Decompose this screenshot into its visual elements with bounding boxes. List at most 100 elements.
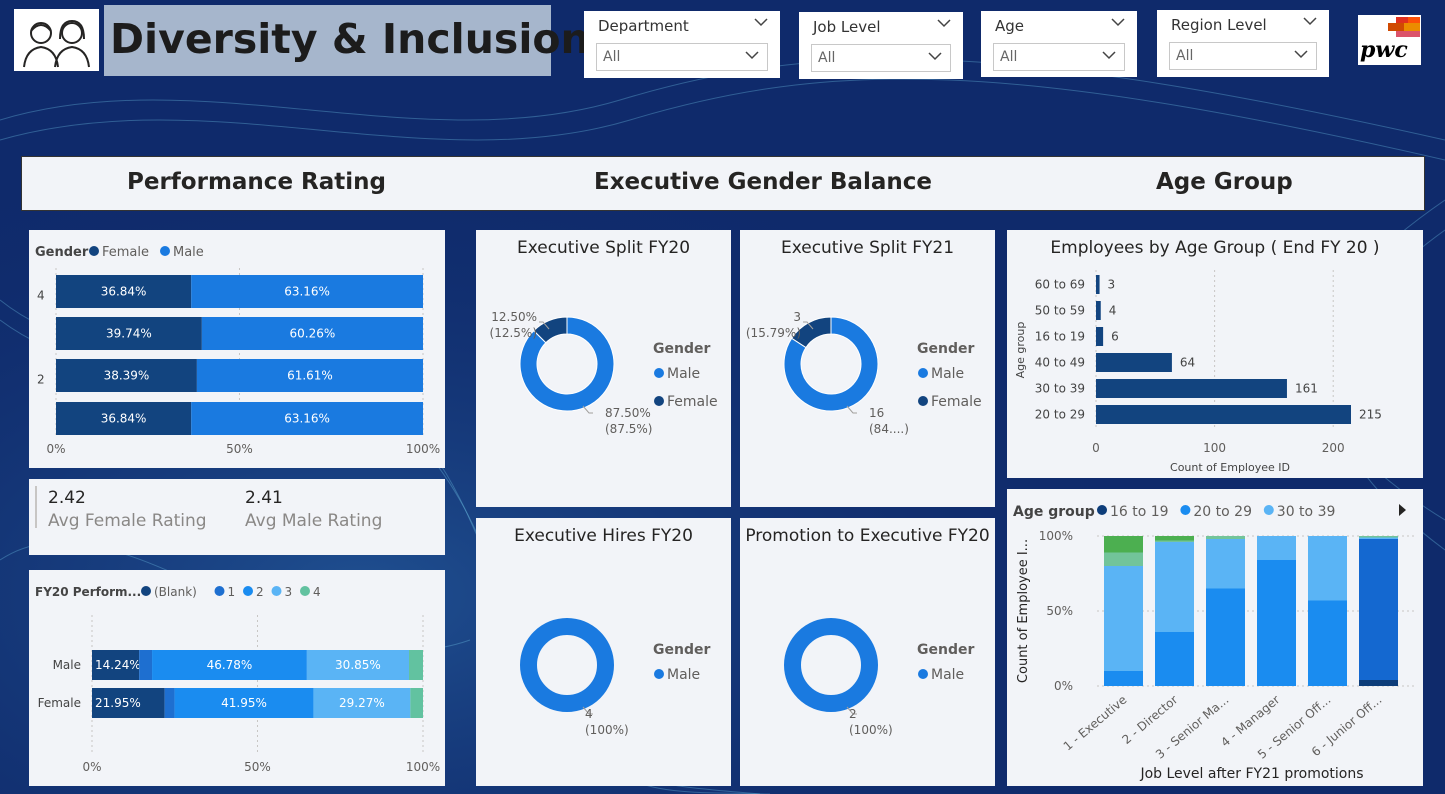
chevron-down-icon[interactable]: [754, 17, 768, 27]
legend-label: 4: [313, 585, 321, 599]
job-level-slicer[interactable]: Job Level All: [799, 12, 963, 79]
data-label: 16: [869, 406, 884, 420]
legend-title: FY20 Perform...: [35, 585, 141, 599]
legend-marker: [141, 586, 151, 596]
x-tick-label: 0%: [82, 760, 101, 774]
data-label: 12.50%: [491, 310, 537, 324]
legend-marker: [89, 246, 99, 256]
data-label: 41.95%: [221, 696, 267, 710]
legend-label: Male: [667, 366, 700, 382]
y-axis-title: Count of Employee I...: [1016, 539, 1031, 683]
age-dropdown[interactable]: All: [993, 43, 1125, 71]
leader-line: [846, 405, 857, 414]
bar-segment: [1104, 671, 1143, 686]
legend-label: Male: [173, 245, 204, 260]
data-label-percent: (84....): [869, 422, 909, 436]
bar-segment: [410, 688, 423, 718]
data-label: 36.84%: [101, 285, 147, 299]
y-tick-label: 0%: [1054, 679, 1073, 693]
x-tick-label: 0: [1092, 441, 1100, 455]
legend-marker: [654, 669, 664, 679]
data-label: 14.24%: [95, 658, 141, 672]
header-icon-box: [14, 9, 99, 71]
chevron-down-icon[interactable]: [1303, 16, 1317, 26]
legend-label: 1: [228, 585, 236, 599]
bar-segment: [1155, 540, 1194, 542]
donut-slice: [784, 618, 878, 712]
x-tick-label: 1 - Executive: [1061, 693, 1130, 754]
legend-label: 20 to 29: [1193, 504, 1252, 520]
bar-segment: [1206, 539, 1245, 589]
chevron-down-icon[interactable]: [745, 50, 759, 60]
legend-label: Male: [931, 366, 964, 382]
fy20-performance-tile: FY20 Perform... (Blank) 1 2 3 4 0% 50% 100% Male 1…: [29, 570, 445, 786]
data-label: 4: [585, 707, 593, 721]
chevron-down-icon[interactable]: [928, 51, 942, 61]
bar-segment: [1359, 539, 1398, 680]
data-label: 30.85%: [335, 658, 381, 672]
bar-segment: [164, 688, 175, 718]
department-dropdown[interactable]: All: [596, 43, 768, 71]
donut-slice: [520, 618, 614, 712]
bar-segment: [1155, 536, 1194, 541]
section-header-bar: Performance Rating Executive Gender Bala…: [21, 156, 1425, 211]
legend-title: Gender: [35, 245, 89, 260]
legend-title: Gender: [653, 642, 710, 658]
job-level-dropdown[interactable]: All: [811, 44, 951, 72]
age-slicer[interactable]: Age All: [981, 11, 1137, 77]
legend-marker: [300, 586, 310, 596]
x-tick-label: 100%: [406, 442, 440, 456]
y-tick-label: 100%: [1039, 529, 1073, 543]
data-label: 2: [849, 707, 857, 721]
bar: [1096, 405, 1351, 424]
page-title: Diversity & Inclusion: [110, 15, 590, 63]
legend-label: Male: [931, 667, 964, 683]
bar: [1096, 353, 1172, 372]
x-tick-label: 0%: [46, 442, 65, 456]
y-tick-label: 30 to 39: [1035, 382, 1085, 396]
department-slicer[interactable]: Department All: [584, 11, 780, 78]
exec-split-fy21-chart: 3 (15.79%) 16 (84....) Gender Male Female: [746, 310, 982, 436]
chevron-down-icon[interactable]: [1102, 50, 1116, 60]
region-level-slicer[interactable]: Region Level All: [1157, 10, 1329, 77]
slicer-label: Age: [995, 17, 1025, 35]
data-label: 21.95%: [95, 696, 141, 710]
data-label: 38.39%: [104, 369, 150, 383]
legend-marker: [1263, 505, 1274, 515]
data-label-percent: (100%): [849, 723, 893, 737]
bar-segment: [1155, 632, 1194, 686]
legend-marker: [918, 368, 928, 378]
legend-label: Male: [667, 667, 700, 683]
bar-segment: [408, 650, 423, 680]
y-tick-label: 50 to 59: [1035, 304, 1085, 318]
leader-line: [582, 405, 593, 414]
exec-hires-fy20-chart: 4 (100%) Gender Male: [520, 618, 710, 737]
legend-marker: [918, 396, 928, 406]
chevron-down-icon[interactable]: [1111, 17, 1125, 27]
chevron-down-icon[interactable]: [1294, 49, 1308, 59]
data-label: 64: [1180, 356, 1195, 370]
legend-label: 2: [256, 585, 264, 599]
rating-by-gender-chart: Gender Female Male 0% 50% 100% 36.84% 63.16% 4 39…: [35, 245, 440, 456]
data-label: 61.61%: [287, 369, 333, 383]
bar-segment: [139, 650, 153, 680]
bar-segment: [1257, 536, 1296, 560]
slicer-label: Department: [598, 17, 689, 35]
bar-segment: [1359, 537, 1398, 539]
bar-segment: [1257, 560, 1296, 686]
y-tick-label: 2: [37, 373, 45, 387]
data-label: 63.16%: [284, 412, 330, 426]
legend-marker: [654, 396, 664, 406]
page-title-box: Diversity & Inclusion: [104, 5, 590, 76]
section-title-performance: Performance Rating: [127, 169, 386, 195]
legend-marker: [1097, 505, 1107, 515]
chevron-down-icon[interactable]: [937, 18, 951, 28]
y-axis-title: Age group: [1014, 322, 1027, 379]
legend-title: Gender: [917, 341, 974, 357]
x-axis-title: Job Level after FY21 promotions: [1139, 766, 1363, 782]
avg-rating-kpi-tile: 2.42 Avg Female Rating 2.41 Avg Male Rat…: [29, 479, 445, 555]
region-level-dropdown[interactable]: All: [1169, 42, 1317, 70]
legend-marker: [654, 368, 664, 378]
data-label: 3: [793, 310, 801, 324]
legend-marker: [160, 246, 170, 256]
